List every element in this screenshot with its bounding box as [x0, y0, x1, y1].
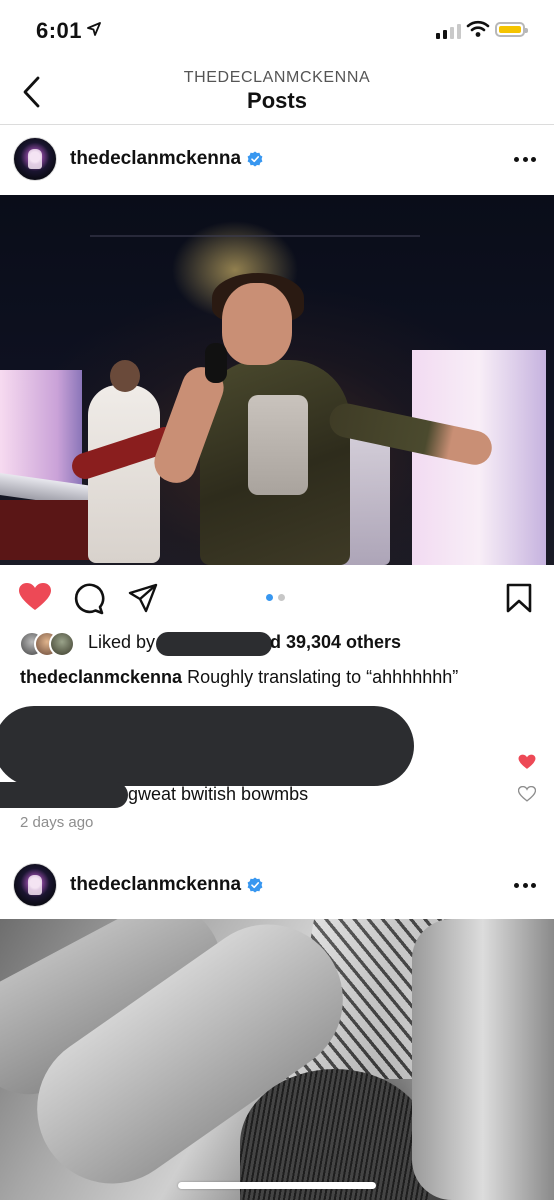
verified-badge-icon	[247, 877, 263, 893]
carousel-indicator	[266, 594, 285, 601]
keyboard-stand	[0, 500, 95, 560]
stage-truss	[90, 195, 420, 237]
location-arrow-icon	[87, 22, 101, 36]
more-options-icon[interactable]	[514, 883, 536, 889]
verified-badge-icon	[247, 151, 263, 167]
avatar[interactable]	[13, 137, 57, 181]
likes-count[interactable]: d 39,304 others	[270, 632, 401, 653]
share-icon[interactable]	[128, 583, 158, 613]
caption-text: Roughly translating to “ahhhhhhh”	[182, 667, 459, 687]
redacted-username	[156, 632, 272, 656]
username[interactable]: thedeclanmckenna	[70, 148, 241, 170]
home-indicator[interactable]	[178, 1182, 376, 1189]
redacted-commenter	[0, 782, 128, 808]
liker-avatars[interactable]	[19, 631, 83, 657]
bookmark-icon[interactable]	[506, 583, 532, 613]
photo-shape	[412, 919, 554, 1200]
redacted-comment	[0, 706, 414, 786]
post-author[interactable]: thedeclanmckenna	[70, 874, 263, 896]
cellular-signal-icon	[436, 24, 461, 39]
status-time: 6:01	[36, 18, 83, 43]
username[interactable]: thedeclanmckenna	[70, 874, 241, 896]
comment-like-heart-icon[interactable]	[518, 754, 536, 770]
microphone	[205, 343, 227, 383]
battery-icon	[495, 22, 528, 37]
post-timestamp: 2 days ago	[20, 814, 94, 831]
comment-text: gweat bwitish bowmbs	[128, 784, 309, 804]
like-heart-icon[interactable]	[18, 582, 52, 612]
bassist-head	[110, 360, 140, 392]
carousel-dot-active	[266, 594, 273, 601]
post-image[interactable]	[0, 195, 554, 565]
stage-light-panel	[0, 370, 82, 490]
singer-head	[222, 283, 292, 365]
post-author[interactable]: thedeclanmckenna	[70, 148, 263, 170]
wifi-icon	[466, 20, 490, 37]
comment-icon[interactable]	[73, 583, 105, 615]
post-image[interactable]	[0, 919, 554, 1200]
avatar[interactable]	[13, 863, 57, 907]
singer-shirt	[248, 395, 308, 495]
likes-prefix[interactable]: Liked by	[88, 632, 155, 653]
comment-like-heart-outline-icon[interactable]	[518, 786, 536, 802]
caption-username[interactable]: thedeclanmckenna	[20, 667, 182, 687]
page-title: Posts	[247, 88, 307, 113]
post-caption: thedeclanmckenna Roughly translating to …	[20, 665, 540, 689]
account-name-header: THEDECLANMCKENNA	[183, 69, 371, 86]
header-divider	[0, 124, 554, 125]
more-options-icon[interactable]	[514, 157, 536, 163]
carousel-dot	[278, 594, 285, 601]
